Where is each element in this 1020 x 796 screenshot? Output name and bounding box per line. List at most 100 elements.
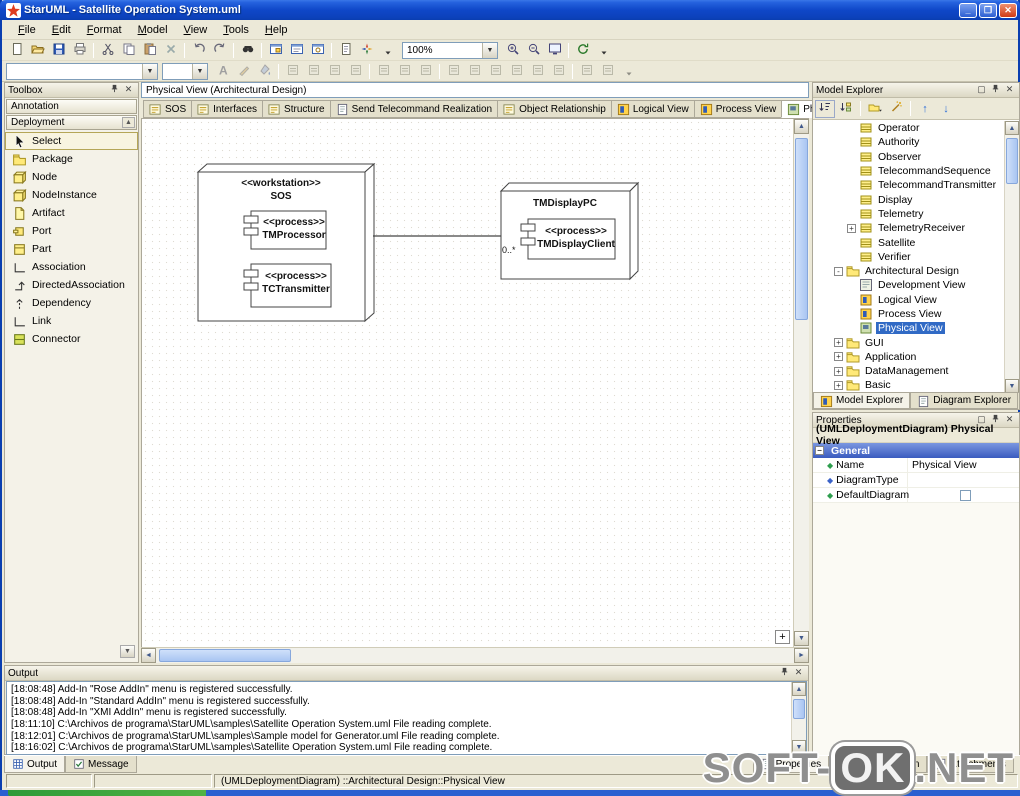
menu-model[interactable]: Model (130, 22, 176, 38)
ungroup-elements-button[interactable] (464, 62, 485, 81)
overview-window-button[interactable] (265, 41, 286, 60)
toolbox-item-association[interactable]: Association (5, 258, 138, 276)
align-right-button[interactable] (548, 62, 569, 81)
menu-tools[interactable]: Tools (215, 22, 257, 38)
component-tmdisplayclient[interactable]: <<process>> TMDisplayClient (521, 219, 616, 259)
toolbox-item-node[interactable]: Node (5, 168, 138, 186)
explorer-tab-model-explorer[interactable]: Model Explorer (813, 393, 910, 409)
menu-help[interactable]: Help (257, 22, 296, 38)
grid-snap-button[interactable] (303, 62, 324, 81)
toolbox-group-deployment[interactable]: Deployment ▲ (6, 115, 137, 130)
toolbox-item-port[interactable]: Port (5, 222, 138, 240)
toolbox-item-link[interactable]: Link (5, 312, 138, 330)
zoom-out-button[interactable] (523, 41, 544, 60)
checkbox[interactable] (960, 490, 971, 501)
canvas-zoom-plus-button[interactable]: + (775, 630, 790, 644)
maximize-icon[interactable]: ▢ (975, 84, 988, 96)
toolbox-item-package[interactable]: Package (5, 150, 138, 168)
lock-element-button[interactable] (485, 62, 506, 81)
tree-item-gui[interactable]: +GUI (813, 335, 1019, 349)
refresh-button[interactable] (572, 41, 593, 60)
explorer-tab-diagram-explorer[interactable]: Diagram Explorer (910, 393, 1018, 409)
fill-color-button[interactable] (254, 62, 275, 81)
new-button[interactable] (6, 41, 27, 60)
tree-item-authority[interactable]: +Authority (813, 135, 1019, 149)
delete-button[interactable] (160, 41, 181, 60)
chevron-down-icon[interactable]: ▼ (192, 64, 207, 79)
tree-item-telemetryreceiver[interactable]: +TelemetryReceiver (813, 221, 1019, 235)
menu-view[interactable]: View (176, 22, 216, 38)
property-value-cell[interactable] (908, 488, 1019, 502)
pin-icon[interactable] (778, 667, 791, 679)
zoom-in-button[interactable] (502, 41, 523, 60)
addin-manager-button[interactable] (356, 41, 377, 60)
distribute-menu-button[interactable] (345, 62, 366, 81)
toolbox-item-part[interactable]: Part (5, 240, 138, 258)
stereotype-wand-button[interactable] (886, 100, 906, 118)
copy-button[interactable] (118, 41, 139, 60)
diagram-map-button[interactable] (286, 41, 307, 60)
move-up-button[interactable]: ↑ (915, 100, 935, 118)
paste-button[interactable] (139, 41, 160, 60)
tree-item-telecommandsequence[interactable]: +TelecommandSequence (813, 164, 1019, 178)
print-button[interactable] (69, 41, 90, 60)
toolbox-item-select[interactable]: Select (5, 132, 138, 150)
chevron-down-icon[interactable]: ▼ (142, 64, 157, 79)
property-row-name[interactable]: ◆NamePhysical View (813, 458, 1019, 473)
same-height-button[interactable] (597, 62, 618, 81)
expander-icon[interactable]: + (834, 338, 843, 347)
property-value-cell[interactable] (908, 473, 1019, 487)
tree-item-process-view[interactable]: +Process View (813, 307, 1019, 321)
overflow-button[interactable] (593, 41, 614, 60)
pin-icon[interactable] (108, 84, 121, 96)
tree-item-application[interactable]: +Application (813, 350, 1019, 364)
diagram-canvas[interactable]: <<workstation>> SOS <<process>> TMProces… (141, 119, 793, 647)
menu-format[interactable]: Format (79, 22, 130, 38)
find-button[interactable] (237, 41, 258, 60)
scroll-down-button[interactable]: ▼ (1005, 379, 1019, 392)
scrollbar-thumb[interactable] (793, 699, 805, 719)
diagram-tab-structure[interactable]: Structure (262, 100, 330, 118)
collapse-icon[interactable]: − (815, 446, 824, 455)
property-row-diagramtype[interactable]: ◆DiagramType (813, 473, 1019, 488)
tree-item-satellite[interactable]: +Satellite (813, 235, 1019, 249)
canvas-vertical-scrollbar[interactable]: ▲ ▼ (793, 119, 809, 647)
toolbox-item-artifact[interactable]: Artifact (5, 204, 138, 222)
chevron-down-icon[interactable]: ▼ (482, 43, 497, 58)
font-combo[interactable]: ▼ (6, 63, 158, 80)
zoom-select-button[interactable] (282, 62, 303, 81)
align-left-button[interactable] (506, 62, 527, 81)
scroll-right-button[interactable]: ► (794, 648, 809, 663)
expander-icon[interactable]: + (834, 352, 843, 361)
scrollbar-thumb[interactable] (159, 649, 291, 662)
scroll-up-button[interactable]: ▲ (792, 682, 806, 696)
scroll-down-button[interactable]: ▼ (794, 631, 809, 646)
toolbox-item-nodeinstance[interactable]: NodeInstance (5, 186, 138, 204)
open-button[interactable] (27, 41, 48, 60)
close-button[interactable]: ✕ (999, 3, 1017, 18)
expander-icon[interactable]: + (847, 224, 856, 233)
diagram-tab-logical-view[interactable]: Logical View (611, 100, 694, 118)
toolbox-item-dependency[interactable]: Dependency (5, 294, 138, 312)
line-color-button[interactable] (233, 62, 254, 81)
diagram-tab-interfaces[interactable]: Interfaces (191, 100, 262, 118)
restore-button[interactable]: ❐ (979, 3, 997, 18)
same-width-button[interactable] (576, 62, 597, 81)
bring-to-front-button[interactable] (373, 62, 394, 81)
scroll-left-button[interactable]: ◄ (141, 648, 156, 663)
component-tctransmitter[interactable]: <<process>> TCTransmitter (244, 264, 331, 307)
tree-item-development-view[interactable]: +Development View (813, 278, 1019, 292)
toolbox-group-annotation[interactable]: Annotation (6, 99, 137, 114)
save-button[interactable] (48, 41, 69, 60)
align-menu-button[interactable] (324, 62, 345, 81)
diagram-tab-sos[interactable]: SOS (143, 100, 191, 118)
tree-item-operator[interactable]: +Operator (813, 121, 1019, 135)
property-value-cell[interactable]: Physical View (908, 458, 1019, 472)
expander-icon[interactable]: + (834, 381, 843, 390)
sort-alphabetic-button[interactable] (815, 100, 835, 118)
package-view-button[interactable] (865, 100, 885, 118)
tree-item-verifier[interactable]: +Verifier (813, 250, 1019, 264)
expander-icon[interactable]: - (834, 267, 843, 276)
tree-vertical-scrollbar[interactable]: ▲ ▼ (1004, 121, 1019, 392)
scrollbar-thumb[interactable] (795, 138, 808, 320)
